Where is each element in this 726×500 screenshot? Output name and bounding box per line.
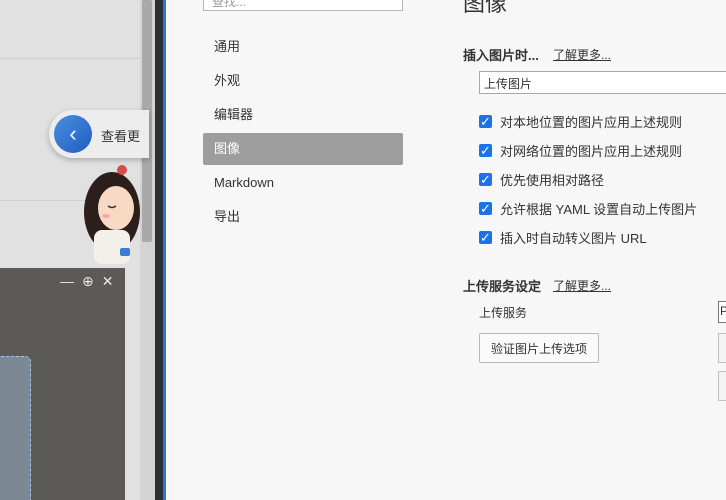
nav-item-export[interactable]: 导出 [203,201,403,233]
checkbox-label: 对网络位置的图片应用上述规则 [500,144,683,159]
verify-upload-button[interactable]: 验证图片上传选项 [479,333,599,363]
checkbox-row-relative-path[interactable]: ✓ 优先使用相对路径 [479,170,604,189]
minimize-icon[interactable]: — [60,273,74,290]
checkbox-label: 插入时自动转义图片 URL [500,231,647,246]
floating-button-label: 查看更 [101,129,141,144]
checkbox-checked-icon[interactable]: ✓ [479,230,492,245]
nav-item-appearance[interactable]: 外观 [203,65,403,97]
checkbox-row-yaml-upload[interactable]: ✓ 允许根据 YAML 设置自动上传图片 [479,199,697,218]
upload-config-button[interactable] [718,371,726,401]
upload-service-label: 上传服务 [479,306,528,320]
checkbox-row-network[interactable]: ✓ 对网络位置的图片应用上述规则 [479,141,682,160]
divider [0,58,140,59]
nav-item-editor[interactable]: 编辑器 [203,99,403,131]
nav-item-image[interactable]: 图像 [203,133,403,165]
close-icon[interactable]: ✕ [102,273,114,290]
search-input[interactable]: 查找... [203,0,403,11]
checkbox-checked-icon[interactable]: ✓ [479,114,492,129]
checkbox-label: 允许根据 YAML 设置自动上传图片 [500,202,698,217]
nav-item-markdown[interactable]: Markdown [203,167,403,199]
preferences-window: 查找... 通用 外观 编辑器 图像 Markdown 导出 图像 插入图片时.… [166,0,726,500]
zoom-in-icon[interactable]: ⊕ [82,273,94,290]
dark-floating-panel: — ⊕ ✕ [0,268,125,500]
checkbox-label: 优先使用相对路径 [500,173,605,188]
floating-view-more-button[interactable]: ‹ 查看更 [49,110,149,158]
upload-service-select[interactable]: P [718,301,726,323]
checkbox-row-escape-url[interactable]: ✓ 插入时自动转义图片 URL [479,228,647,247]
window-gap [155,0,163,500]
chevron-left-icon: ‹ [54,115,92,153]
insert-image-section-label: 插入图片时... [463,48,539,63]
checkbox-checked-icon[interactable]: ✓ [479,201,492,216]
page-title: 图像 [463,0,508,16]
mascot-illustration [84,165,140,264]
checkbox-checked-icon[interactable]: ✓ [479,172,492,187]
upload-learn-more-link[interactable]: 了解更多... [553,277,611,294]
upload-config-button[interactable] [718,333,726,363]
nav-item-general[interactable]: 通用 [203,31,403,63]
upload-service-section-label: 上传服务设定 [463,279,542,294]
background-app-window: ‹ 查看更 — ⊕ ✕ [0,0,155,500]
insert-action-select[interactable]: 上传图片 [479,71,726,94]
checkbox-label: 对本地位置的图片应用上述规则 [500,115,683,130]
checkbox-checked-icon[interactable]: ✓ [479,143,492,158]
checkbox-row-local[interactable]: ✓ 对本地位置的图片应用上述规则 [479,112,682,131]
insert-learn-more-link[interactable]: 了解更多... [553,46,611,63]
selection-region[interactable] [0,356,31,500]
